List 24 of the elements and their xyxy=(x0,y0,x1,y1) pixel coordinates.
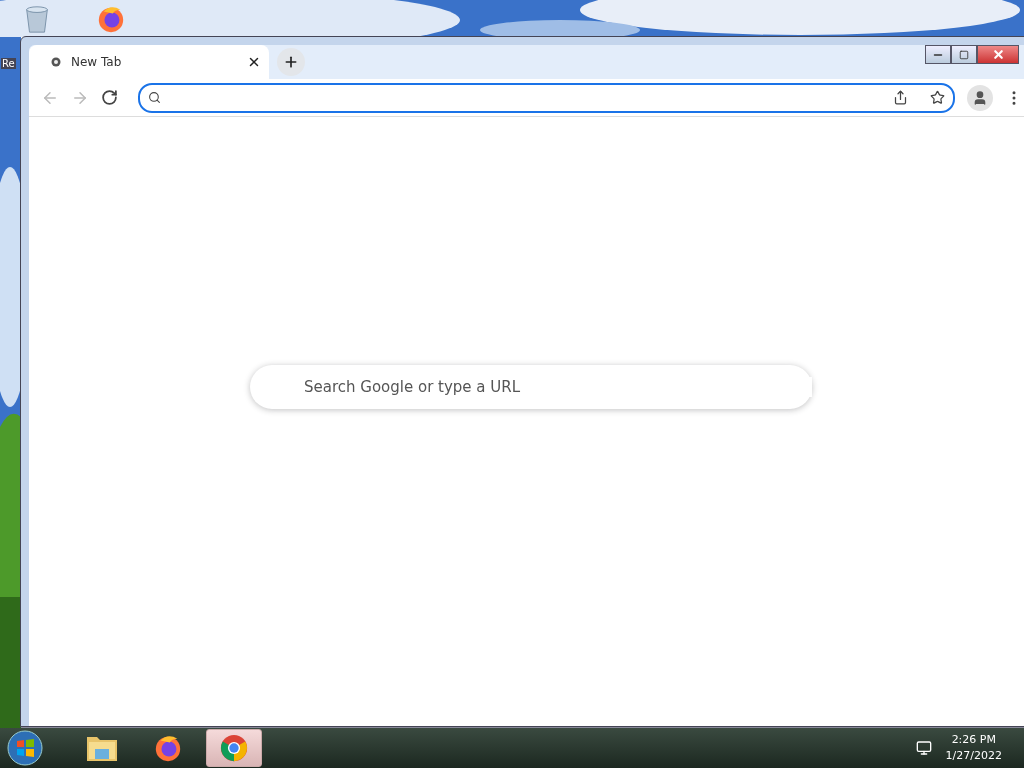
star-icon[interactable] xyxy=(930,90,945,105)
new-tab-button[interactable] xyxy=(277,48,305,76)
search-icon xyxy=(148,91,161,104)
profile-icon[interactable] xyxy=(967,84,993,111)
maximize-icon xyxy=(959,49,969,60)
share-icon[interactable] xyxy=(893,90,908,105)
close-icon xyxy=(991,48,1005,61)
network-icon[interactable] xyxy=(915,740,932,756)
reload-icon[interactable] xyxy=(101,89,118,106)
browser-tab[interactable]: New Tab xyxy=(29,45,269,79)
close-icon[interactable] xyxy=(247,55,261,69)
clock-time: 2:26 PM xyxy=(951,732,996,748)
tab-title: New Tab xyxy=(71,55,123,69)
clock[interactable]: 2:26 PM 1/27/2022 xyxy=(945,732,1002,764)
firefox-icon[interactable] xyxy=(153,733,183,763)
clock-date: 1/27/2022 xyxy=(945,748,1002,764)
icon-label: Re xyxy=(1,58,16,69)
plus-icon xyxy=(283,54,299,70)
search-field[interactable]: Search Google or type a URL xyxy=(250,364,812,409)
close-button[interactable] xyxy=(977,45,1019,64)
start-button[interactable] xyxy=(6,729,44,767)
address-bar[interactable] xyxy=(138,82,955,113)
minimize-button[interactable] xyxy=(925,45,951,64)
maximize-button[interactable] xyxy=(951,45,977,64)
